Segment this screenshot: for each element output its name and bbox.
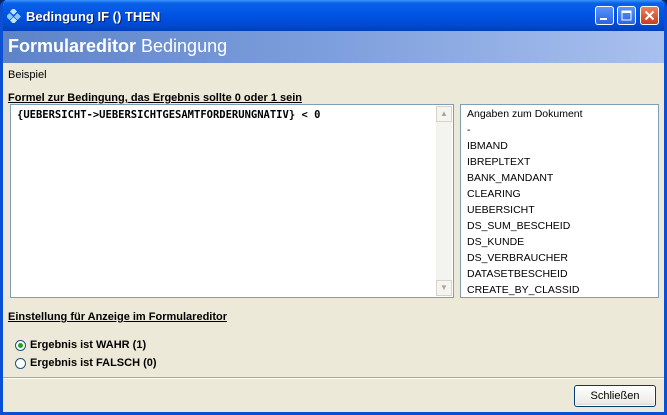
list-item[interactable]: DATASETBESCHEID xyxy=(467,268,568,280)
minimize-icon xyxy=(600,18,607,20)
list-item[interactable]: IBMAND xyxy=(467,140,508,152)
radio-button-true[interactable] xyxy=(15,340,26,351)
close-window-button[interactable] xyxy=(640,6,659,25)
minimize-button[interactable] xyxy=(595,6,614,25)
list-item[interactable]: BANK_MANDANT xyxy=(467,172,553,184)
header-banner: Formulareditor Bedingung xyxy=(3,31,664,63)
example-label: Beispiel xyxy=(8,69,47,81)
formula-text[interactable]: {UEBERSICHT->UEBERSICHTGESAMTFORDERUNGNA… xyxy=(17,109,320,121)
close-icon xyxy=(644,10,655,21)
maximize-icon xyxy=(621,10,632,21)
list-item[interactable]: Angaben zum Dokument xyxy=(467,108,583,120)
list-item[interactable]: CLEARING xyxy=(467,188,521,200)
radio-label-false[interactable]: Ergebnis ist FALSCH (0) xyxy=(30,357,157,369)
scroll-down-button[interactable]: ▼ xyxy=(436,280,452,296)
list-item[interactable]: IBREPLTEXT xyxy=(467,156,530,168)
title-bar[interactable]: Bedingung IF () THEN xyxy=(3,0,664,31)
header-title: Formulareditor Bedingung xyxy=(8,36,227,57)
list-item[interactable]: - xyxy=(467,124,471,136)
chevron-up-icon: ▲ xyxy=(440,109,448,118)
list-item[interactable]: CREATE_BY_CLASSID xyxy=(467,284,579,296)
list-item[interactable]: UEBERSICHT xyxy=(467,204,535,216)
window-title: Bedingung IF () THEN xyxy=(26,9,161,24)
close-button[interactable]: Schließen xyxy=(574,385,656,407)
formula-editor[interactable]: {UEBERSICHT->UEBERSICHTGESAMTFORDERUNGNA… xyxy=(10,104,454,298)
dialog-window: Bedingung IF () THEN Formulareditor Bedi… xyxy=(0,0,667,415)
list-item[interactable]: DS_VERBRAUCHER xyxy=(467,252,568,264)
field-listbox[interactable]: Angaben zum Dokument - IBMAND IBREPLTEXT… xyxy=(460,104,659,298)
radio-button-false[interactable] xyxy=(15,358,26,369)
scroll-up-button[interactable]: ▲ xyxy=(436,106,452,122)
list-item[interactable]: DS_KUNDE xyxy=(467,236,524,248)
chevron-down-icon: ▼ xyxy=(440,283,448,292)
maximize-button[interactable] xyxy=(617,6,636,25)
radio-label-true[interactable]: Ergebnis ist WAHR (1) xyxy=(30,339,146,351)
header-title-bold: Formulareditor xyxy=(8,36,137,56)
bottom-separator xyxy=(3,377,664,379)
header-title-rest: Bedingung xyxy=(136,36,228,56)
editor-scrollbar[interactable]: ▲ ▼ xyxy=(436,106,452,296)
display-setting-heading: Einstellung für Anzeige im Formularedito… xyxy=(8,311,228,323)
formula-heading: Formel zur Bedingung, das Ergebnis sollt… xyxy=(8,92,303,104)
app-diamond-icon xyxy=(7,9,21,23)
list-item[interactable]: DS_SUM_BESCHEID xyxy=(467,220,570,232)
